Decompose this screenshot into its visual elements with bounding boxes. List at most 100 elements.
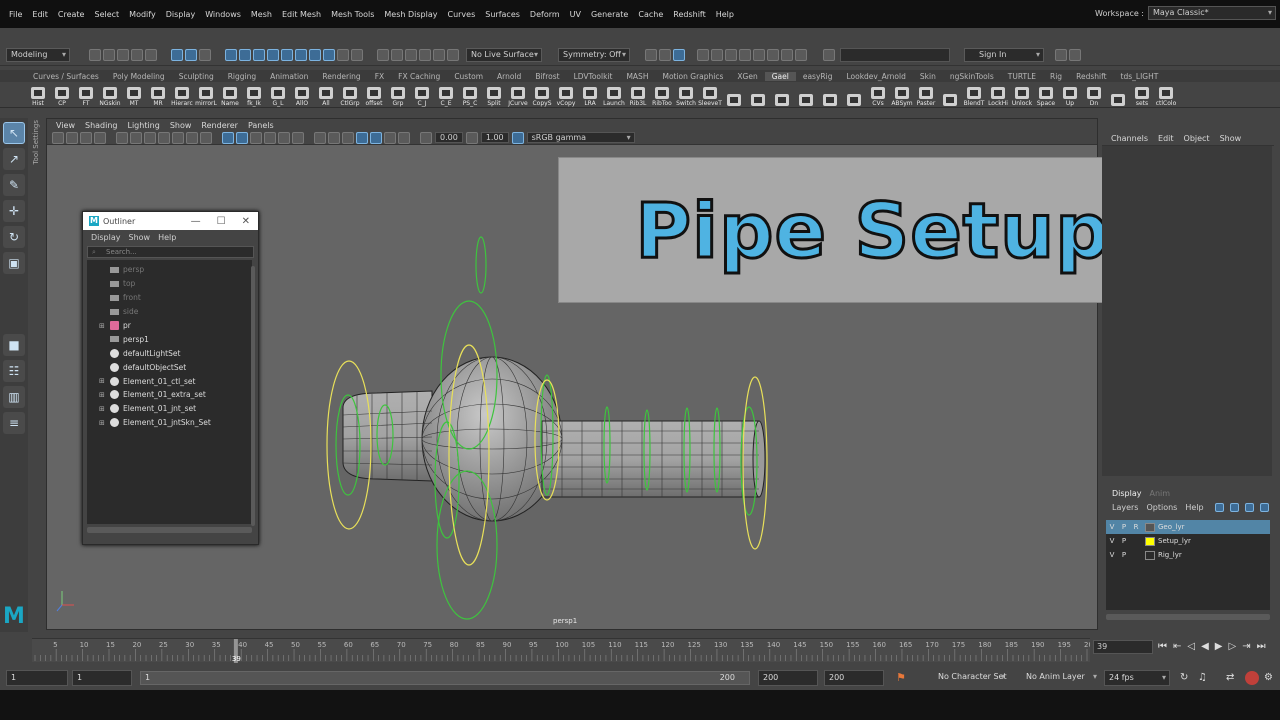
viewport-menu-renderer[interactable]: Renderer bbox=[196, 121, 243, 130]
snap-point-icon[interactable] bbox=[405, 48, 417, 61]
new-layer-icon[interactable] bbox=[1245, 502, 1254, 512]
channelbox-menu-object[interactable]: Object bbox=[1179, 134, 1215, 143]
menu-create[interactable]: Create bbox=[53, 10, 90, 19]
smooth-shade-icon[interactable] bbox=[236, 131, 248, 144]
lock-selection-icon[interactable] bbox=[337, 48, 349, 61]
channelbox-menu-edit[interactable]: Edit bbox=[1153, 134, 1179, 143]
command-field[interactable] bbox=[840, 47, 950, 62]
shelf-button-ribtoo[interactable]: RibToo bbox=[650, 83, 674, 107]
channel-box-body[interactable] bbox=[1102, 146, 1272, 476]
settings-icon[interactable]: ⚙ bbox=[1264, 672, 1273, 683]
shelf-tab-tds-light[interactable]: tds_LIGHT bbox=[1114, 72, 1166, 81]
layer-playback-toggle[interactable]: P bbox=[1118, 551, 1130, 559]
outliner-item[interactable]: defaultObjectSet bbox=[87, 360, 252, 374]
expand-icon[interactable]: ⊞ bbox=[99, 391, 107, 399]
shelf-tab-rig[interactable]: Rig bbox=[1043, 72, 1069, 81]
shelf-button-mr[interactable]: MR bbox=[146, 83, 170, 107]
play-forwards-icon[interactable]: ▶ bbox=[1215, 641, 1223, 652]
playback-end-field[interactable]: 200 bbox=[758, 670, 818, 686]
shelf-button-lra[interactable]: LRA bbox=[578, 83, 602, 107]
shelf-button-launch[interactable]: Launch bbox=[602, 83, 626, 107]
shelf-button-space[interactable]: Space bbox=[1034, 83, 1058, 107]
exposure-icon[interactable] bbox=[420, 131, 432, 144]
anti-alias-icon[interactable] bbox=[384, 131, 396, 144]
gate-mask-icon[interactable] bbox=[158, 131, 170, 144]
shelf-tab-redshift[interactable]: Redshift bbox=[1069, 72, 1113, 81]
xray-joints-icon[interactable] bbox=[328, 131, 340, 144]
construction-history-icon[interactable] bbox=[673, 48, 685, 61]
shelf-button-g-l[interactable]: G_L bbox=[266, 83, 290, 107]
shelf-tab-rendering[interactable]: Rendering bbox=[315, 72, 367, 81]
shelf-tab-rigging[interactable]: Rigging bbox=[221, 72, 263, 81]
layer-menu-help[interactable]: Help bbox=[1181, 503, 1207, 512]
shelf-button-up[interactable]: Up bbox=[1058, 83, 1082, 107]
shelf-button-split[interactable]: Split bbox=[482, 83, 506, 107]
shelf-button-c-e[interactable]: C_E bbox=[434, 83, 458, 107]
live-surface-field[interactable]: No Live Surface bbox=[466, 47, 542, 62]
viewport-menu-panels[interactable]: Panels bbox=[243, 121, 279, 130]
shelf-button-blendt[interactable]: BlendT bbox=[962, 83, 986, 107]
select-object-icon[interactable] bbox=[185, 48, 197, 61]
expand-icon[interactable]: ⊞ bbox=[99, 419, 107, 427]
menu-help[interactable]: Help bbox=[711, 10, 739, 19]
shelf-button-hierarc[interactable]: Hierarc bbox=[170, 83, 194, 107]
workspace-dropdown[interactable]: Maya Classic* bbox=[1148, 6, 1276, 20]
pause-icon[interactable] bbox=[795, 48, 807, 61]
snap-curve-icon[interactable] bbox=[391, 48, 403, 61]
gamma-field[interactable]: 1.00 bbox=[480, 132, 509, 143]
shelf-button-hist[interactable]: Hist bbox=[26, 83, 50, 107]
hypershade-icon[interactable] bbox=[753, 48, 765, 61]
output-ops-icon[interactable] bbox=[659, 48, 671, 61]
snap-projected-center-icon[interactable] bbox=[419, 48, 431, 61]
input-ops-icon[interactable] bbox=[645, 48, 657, 61]
select-hierarchy-icon[interactable] bbox=[171, 48, 183, 61]
field-chart-icon[interactable] bbox=[172, 131, 184, 144]
layer-visibility-toggle[interactable]: V bbox=[1106, 523, 1118, 531]
shelf-button-dn[interactable]: Dn bbox=[1082, 83, 1106, 107]
auto-key-icon[interactable]: ⚑ bbox=[896, 671, 906, 684]
menu-deform[interactable]: Deform bbox=[525, 10, 565, 19]
shelf-tab-arnold[interactable]: Arnold bbox=[490, 72, 528, 81]
shelf-button-c-j[interactable]: C_J bbox=[410, 83, 434, 107]
layer-color-swatch[interactable] bbox=[1145, 536, 1155, 546]
expand-icon[interactable]: ⊞ bbox=[99, 405, 107, 413]
menu-modify[interactable]: Modify bbox=[124, 10, 161, 19]
shelf-tab-poly-modeling[interactable]: Poly Modeling bbox=[106, 72, 172, 81]
four-view-icon[interactable]: ☷ bbox=[3, 360, 25, 382]
timeline-track[interactable]: 5 10 15 20 25 30 35 40 45 50 55 60 65 70 75 80 85 90 95 100… bbox=[32, 638, 1097, 663]
menu-set-dropdown[interactable]: Modeling bbox=[6, 47, 70, 62]
textured-icon[interactable] bbox=[264, 131, 276, 144]
shelf-button-unlock[interactable]: Unlock bbox=[1010, 83, 1034, 107]
menu-generate[interactable]: Generate bbox=[586, 10, 633, 19]
shelf-tab-fx-caching[interactable]: FX Caching bbox=[391, 72, 447, 81]
shelf-button-tool-45[interactable] bbox=[1106, 83, 1130, 107]
save-scene-icon[interactable] bbox=[117, 48, 129, 61]
shelf-button-absym[interactable]: ABSym bbox=[890, 83, 914, 107]
viewport-menu-lighting[interactable]: Lighting bbox=[122, 121, 164, 130]
select-tool-icon[interactable]: ↖ bbox=[3, 122, 25, 144]
outliner-search-input[interactable]: ⌕ Search... bbox=[87, 246, 254, 258]
layer-visibility-toggle[interactable]: V bbox=[1106, 551, 1118, 559]
outliner-item[interactable]: ⊞ pr bbox=[87, 319, 252, 333]
rotate-tool-icon[interactable]: ↻ bbox=[3, 226, 25, 248]
shelf-button-cp[interactable]: CP bbox=[50, 83, 74, 107]
ambient-occlusion-icon[interactable] bbox=[356, 131, 368, 144]
shelf-button-sleevet[interactable]: SleeveT bbox=[698, 83, 722, 107]
shelf-button-ctlgrp[interactable]: CtlGrp bbox=[338, 83, 362, 107]
safe-action-icon[interactable] bbox=[186, 131, 198, 144]
undo-icon[interactable] bbox=[131, 48, 143, 61]
move-tool-icon[interactable]: ✛ bbox=[3, 200, 25, 222]
outliner-item[interactable]: ⊞ Element_01_ctl_set bbox=[87, 374, 252, 388]
shadows-icon[interactable] bbox=[292, 131, 304, 144]
range-bar[interactable]: 1 200 bbox=[140, 671, 750, 685]
shelf-button-ngskin[interactable]: NGskin bbox=[98, 83, 122, 107]
render-current-frame-icon[interactable] bbox=[711, 48, 723, 61]
shelf-button-sets[interactable]: sets bbox=[1130, 83, 1154, 107]
shelf-tab-skin[interactable]: Skin bbox=[913, 72, 943, 81]
shelf-button-tool-29[interactable] bbox=[722, 83, 746, 107]
menu-windows[interactable]: Windows bbox=[200, 10, 246, 19]
outliner-h-scrollbar[interactable] bbox=[87, 527, 252, 533]
menu-redshift[interactable]: Redshift bbox=[668, 10, 710, 19]
outliner-menu-display[interactable]: Display bbox=[87, 233, 125, 242]
shelf-button-all[interactable]: All bbox=[314, 83, 338, 107]
